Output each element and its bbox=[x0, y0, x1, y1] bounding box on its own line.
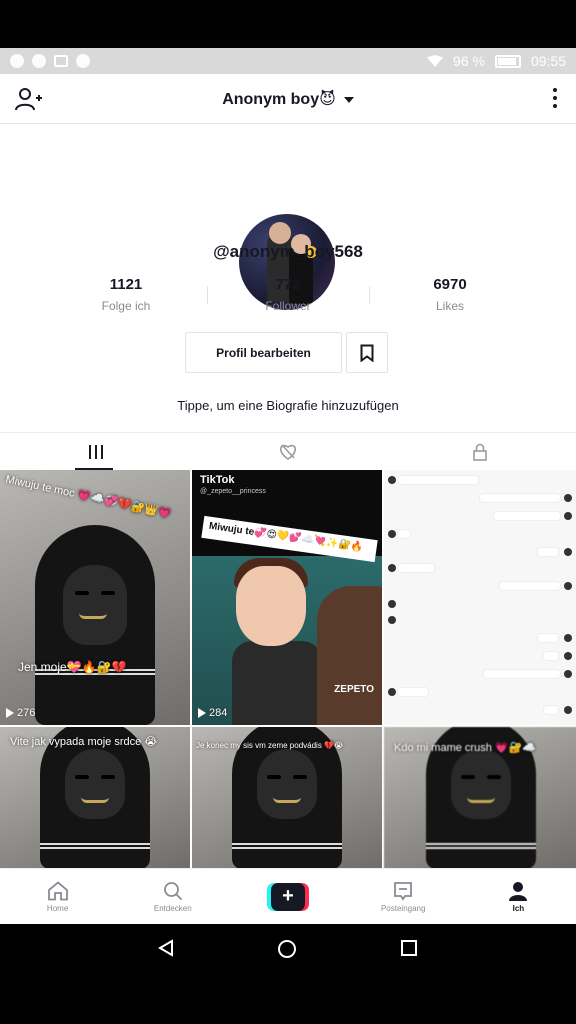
view-count: 276 bbox=[6, 707, 35, 719]
page-title: Anonym boy😈 bbox=[222, 90, 336, 108]
view-count: 284 bbox=[198, 707, 227, 719]
wifi-icon bbox=[427, 55, 444, 67]
video-caption: Vite jak vypada moje srdce 😭 bbox=[10, 736, 158, 748]
bookmark-button[interactable] bbox=[346, 332, 388, 373]
back-button[interactable] bbox=[157, 939, 175, 962]
nav-label: Ich bbox=[512, 903, 525, 913]
profile-screen: Anonym boy😈 @anonym_boy568 1121 Folge ic… bbox=[0, 74, 576, 924]
stat-label: Follower bbox=[265, 299, 311, 313]
lock-icon bbox=[473, 443, 487, 461]
edit-profile-button[interactable]: Profil bearbeiten bbox=[185, 332, 342, 373]
stat-value: 1121 bbox=[109, 276, 143, 293]
nav-label: Entdecken bbox=[153, 903, 192, 913]
profile-handle: @anonym_boy568 bbox=[213, 242, 363, 261]
nav-create[interactable]: + bbox=[230, 882, 345, 911]
bio-prompt[interactable]: Tippe, um eine Biografie hinzuzufügen bbox=[0, 398, 576, 413]
video-caption: Jen moje💝🔥🔐💔 bbox=[18, 660, 127, 674]
profile-icon bbox=[509, 881, 528, 901]
home-button[interactable] bbox=[277, 939, 297, 959]
profile-header: Anonym boy😈 bbox=[0, 74, 576, 124]
app-notification-icon bbox=[76, 54, 90, 68]
clock: 09:55 bbox=[530, 53, 566, 69]
stat-value: 6970 bbox=[433, 276, 467, 293]
nav-label: Home bbox=[46, 903, 69, 913]
tiktok-watermark: TikTok bbox=[200, 474, 235, 486]
stat-value: 772 bbox=[275, 276, 301, 293]
stat-label: Likes bbox=[435, 299, 464, 313]
account-switcher[interactable]: Anonym boy😈 bbox=[222, 89, 354, 109]
video-thumbnail[interactable]: Vite jak vypada moje srdce 😭 bbox=[0, 727, 190, 869]
video-caption: Je konec my sis vm zeme podvádis 💔😭 bbox=[196, 741, 344, 750]
heart-hidden-icon bbox=[280, 443, 296, 460]
top-black-bar bbox=[0, 0, 576, 48]
plus-icon: + bbox=[267, 882, 309, 911]
video-thumbnail[interactable]: Miwuju te moc 💗☁️💞💔🔐👑💗 Jen moje💝🔥🔐💔 276 bbox=[0, 470, 190, 725]
bottom-nav: Home Entdecken + Posteingang Ich bbox=[0, 868, 576, 924]
tiktok-notification-icon bbox=[32, 54, 46, 68]
profile-actions: Profil bearbeiten bbox=[185, 332, 388, 373]
notification-icons bbox=[10, 54, 90, 68]
tab-videos[interactable] bbox=[0, 433, 192, 470]
chevron-down-icon bbox=[343, 96, 354, 103]
watermark-username: @_zepeto__princess bbox=[200, 488, 266, 495]
image-notification-icon bbox=[54, 55, 68, 67]
more-options-icon[interactable] bbox=[552, 88, 558, 108]
nav-label: Posteingang bbox=[380, 903, 426, 913]
notification-icon bbox=[10, 54, 24, 68]
video-thumbnail[interactable]: Je konec my sis vm zeme podvádis 💔😭 bbox=[192, 727, 382, 869]
profile-stats: 1121 Folge ich 772 Follower 6970 Likes bbox=[45, 276, 531, 313]
status-bar: 96 % 09:55 bbox=[0, 48, 576, 74]
back-triangle-icon bbox=[158, 939, 173, 957]
android-nav-bar bbox=[0, 924, 576, 1024]
home-circle-icon bbox=[278, 940, 296, 958]
video-grid: Miwuju te moc 💗☁️💞💔🔐👑💗 Jen moje💝🔥🔐💔 276 … bbox=[0, 470, 576, 869]
play-icon bbox=[6, 708, 14, 718]
battery-percent: 96 % bbox=[453, 53, 485, 69]
nav-inbox[interactable]: Posteingang bbox=[346, 881, 461, 913]
recents-button[interactable] bbox=[400, 939, 418, 957]
nav-home[interactable]: Home bbox=[0, 880, 115, 913]
nav-profile[interactable]: Ich bbox=[461, 881, 576, 913]
video-thumbnail[interactable]: TikTok @_zepeto__princess Miwuju te💞😍💛💕☁… bbox=[192, 470, 382, 725]
bookmark-icon bbox=[360, 344, 374, 362]
video-caption: Kdo mi mame crush 💗🔐☁️ bbox=[394, 742, 536, 754]
home-icon bbox=[47, 880, 68, 900]
nav-discover[interactable]: Entdecken bbox=[115, 881, 230, 913]
add-user-icon[interactable] bbox=[14, 86, 42, 112]
profile-tabs bbox=[0, 432, 576, 470]
search-icon bbox=[163, 881, 182, 900]
video-thumbnail[interactable] bbox=[384, 470, 576, 725]
stat-likes[interactable]: 6970 Likes bbox=[369, 276, 531, 313]
grid-icon bbox=[89, 444, 103, 459]
recents-square-icon bbox=[401, 940, 417, 956]
video-thumbnail[interactable]: Kdo mi mame crush 💗🔐☁️ bbox=[384, 727, 576, 869]
inbox-icon bbox=[394, 881, 413, 901]
stat-following[interactable]: 1121 Folge ich bbox=[45, 276, 207, 313]
stat-label: Folge ich bbox=[101, 299, 151, 313]
tab-liked[interactable] bbox=[192, 433, 384, 470]
zepeto-logo: ZEPETO bbox=[334, 684, 374, 695]
tab-private[interactable] bbox=[384, 433, 576, 470]
stat-followers[interactable]: 772 Follower bbox=[207, 276, 369, 313]
video-caption: Miwuju te moc 💗☁️💞💔🔐👑💗 bbox=[4, 473, 173, 521]
play-icon bbox=[198, 708, 206, 718]
battery-icon bbox=[494, 54, 521, 68]
